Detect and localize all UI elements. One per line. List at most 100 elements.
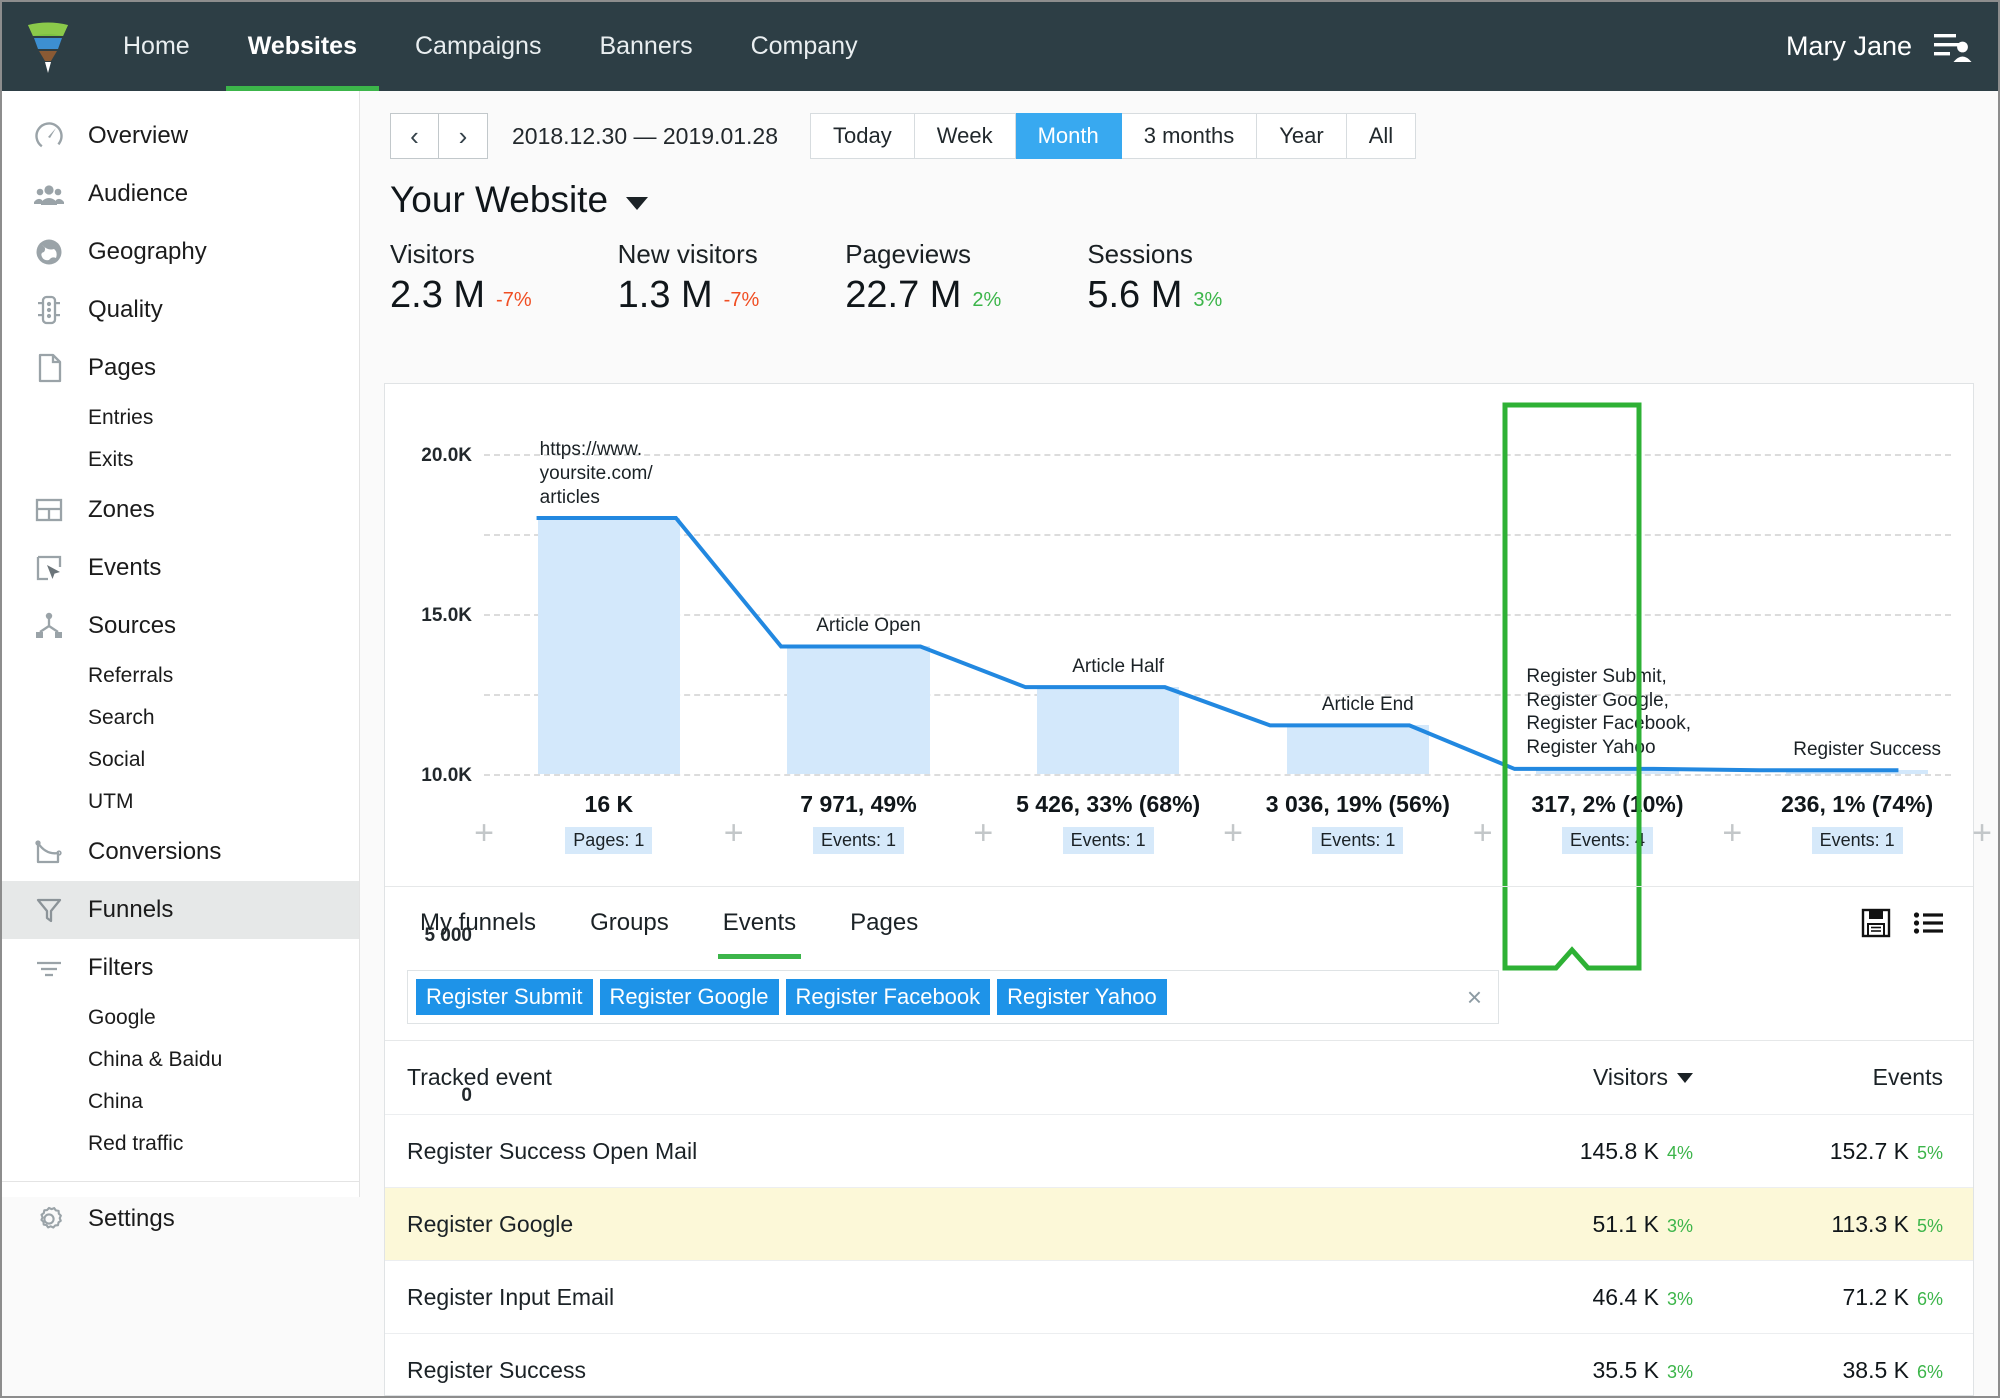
sidebar-item-pages[interactable]: Pages: [2, 339, 359, 397]
user-list-icon[interactable]: [1934, 30, 1972, 64]
tabs-icons: [1861, 908, 1973, 938]
sidebar-item-china[interactable]: China: [2, 1081, 359, 1123]
sidebar-item-geography[interactable]: Geography: [2, 223, 359, 281]
tab-label: Events: [722, 908, 797, 936]
range-week[interactable]: Week: [914, 113, 1016, 159]
tab-my-funnels[interactable]: My funnels: [393, 887, 563, 959]
table-row[interactable]: Register Google 51.1 K 3% 113.3 K 5%: [385, 1187, 1973, 1260]
sidebar-item-label: Funnels: [88, 896, 174, 923]
tab-events[interactable]: Events: [696, 887, 823, 959]
chip-register-facebook[interactable]: Register Facebook: [785, 979, 991, 1015]
range-month[interactable]: Month: [1015, 113, 1122, 159]
add-funnel-step-button[interactable]: +: [1967, 816, 1997, 850]
sidebar-item-china-baidu[interactable]: China & Baidu: [2, 1039, 359, 1081]
sidebar-subitem-label: Red traffic: [88, 1132, 184, 1155]
sidebar-item-filters[interactable]: Filters: [2, 939, 359, 997]
sidebar-item-overview[interactable]: Overview: [2, 107, 359, 165]
sidebar-item-referrals[interactable]: Referrals: [2, 655, 359, 697]
column-header-visitors[interactable]: Visitors: [1443, 1064, 1693, 1091]
sidebar-item-audience[interactable]: Audience: [2, 165, 359, 223]
sidebar-item-exits[interactable]: Exits: [2, 439, 359, 481]
funnel-step-badge[interactable]: Events: 1: [1062, 827, 1154, 854]
people-icon: [32, 177, 66, 211]
sidebar-item-conversions[interactable]: Conversions: [2, 823, 359, 881]
nav-item-home[interactable]: Home: [94, 2, 219, 91]
cell-visitors-value: 145.8 K: [1579, 1137, 1659, 1164]
sidebar-item-social[interactable]: Social: [2, 739, 359, 781]
sidebar-item-settings[interactable]: Settings: [2, 1190, 359, 1248]
tabs-row: My funnels Groups Events Pages: [385, 886, 1973, 959]
y-axis-tick-label: 10.0K: [421, 765, 472, 786]
sidebar-item-sources[interactable]: Sources: [2, 597, 359, 655]
metric-new-visitors: New visitors 1.3 M -7%: [618, 239, 760, 314]
sidebar-item-entries[interactable]: Entries: [2, 397, 359, 439]
range-today[interactable]: Today: [810, 113, 915, 159]
funnel-step-footer: 16 K Pages: 1: [484, 791, 734, 854]
save-icon[interactable]: [1861, 908, 1891, 938]
site-selector[interactable]: Your Website: [390, 179, 649, 221]
nav-item-company[interactable]: Company: [722, 2, 887, 91]
logo-container[interactable]: [2, 2, 94, 91]
column-header-events[interactable]: Events: [1693, 1064, 1943, 1091]
add-funnel-step-button[interactable]: +: [469, 816, 499, 850]
add-funnel-step-button[interactable]: +: [1468, 816, 1498, 850]
table-row[interactable]: Register Success Open Mail 145.8 K 4% 152.7…: [385, 1114, 1973, 1187]
page-title: Your Website: [390, 179, 609, 220]
cell-visitors-delta: 4%: [1666, 1142, 1693, 1163]
funnel-step-badge[interactable]: Events: 1: [812, 827, 904, 854]
app-window: Home Websites Campaigns Banners Company …: [0, 0, 2000, 1398]
sidebar-item-red-traffic[interactable]: Red traffic: [2, 1123, 359, 1165]
range-all[interactable]: All: [1346, 113, 1417, 159]
funnel-step-badge[interactable]: Events: 1: [1312, 827, 1404, 854]
add-funnel-step-button[interactable]: +: [1717, 816, 1747, 850]
metric-value: 2.3 M: [390, 274, 486, 316]
table-row[interactable]: Register Success 35.5 K 3% 38.5 K 6%: [385, 1333, 1973, 1396]
cell-visitors: 35.5 K 3%: [1443, 1357, 1693, 1384]
sidebar-item-search[interactable]: Search: [2, 697, 359, 739]
chip-register-submit[interactable]: Register Submit: [416, 979, 593, 1015]
sidebar-item-zones[interactable]: Zones: [2, 481, 359, 539]
metric-value: 22.7 M: [845, 274, 962, 316]
nav-item-websites[interactable]: Websites: [219, 2, 386, 91]
nav-item-banners[interactable]: Banners: [570, 2, 721, 91]
next-period-button[interactable]: ›: [439, 113, 488, 159]
funnel-step-badge[interactable]: Events: 1: [1811, 827, 1903, 854]
cell-visitors: 51.1 K 3%: [1443, 1211, 1693, 1238]
funnel-logo-icon: [28, 22, 68, 73]
add-funnel-step-button[interactable]: +: [968, 816, 998, 850]
filters-icon: [32, 951, 66, 985]
zones-icon: [32, 493, 66, 527]
nav-label: Banners: [599, 32, 693, 60]
table-row[interactable]: Register Input Email 46.4 K 3% 71.2 K 6%: [385, 1260, 1973, 1333]
chip-register-yahoo[interactable]: Register Yahoo: [997, 979, 1167, 1015]
sidebar-item-funnels[interactable]: Funnels: [2, 881, 359, 939]
sidebar-item-events[interactable]: Events: [2, 539, 359, 597]
add-funnel-step-button[interactable]: +: [719, 816, 749, 850]
chip-register-google[interactable]: Register Google: [599, 979, 779, 1015]
cell-tracked-event: Register Success: [407, 1356, 586, 1383]
range-year[interactable]: Year: [1257, 113, 1347, 159]
funnel-step-badge[interactable]: Events: 4: [1561, 827, 1653, 854]
add-funnel-step-button[interactable]: +: [1218, 816, 1248, 850]
chart-plot-area: 05 000 10.0K 15.0K 20.0K https://www. yoursi…: [421, 439, 1951, 1106]
gauge-icon: [32, 119, 66, 153]
sidebar-panel: Overview Audience Geography Quality Page…: [2, 91, 360, 1232]
sidebar-subitem-label: Referrals: [88, 664, 174, 687]
prev-period-button[interactable]: ‹: [390, 113, 439, 159]
sidebar-item-quality[interactable]: Quality: [2, 281, 359, 339]
cell-events-value: 71.2 K: [1842, 1283, 1909, 1310]
range-3-months[interactable]: 3 months: [1121, 113, 1258, 159]
sidebar-item-utm[interactable]: UTM: [2, 781, 359, 823]
date-range-label[interactable]: 2018.12.30 — 2019.01.28: [512, 123, 778, 150]
cell-events: 152.7 K 5%: [1693, 1138, 1943, 1165]
clear-chips-button[interactable]: ×: [1467, 982, 1490, 1013]
chevron-down-icon: [626, 196, 649, 210]
funnel-step-footer: 7 971, 49% Events: 1: [734, 791, 984, 854]
nav-item-campaigns[interactable]: Campaigns: [386, 2, 570, 91]
funnel-step-value: 3 036, 19% (56%): [1265, 791, 1450, 817]
sidebar-item-google[interactable]: Google: [2, 997, 359, 1039]
tab-groups[interactable]: Groups: [563, 887, 696, 959]
funnel-step-badge[interactable]: Pages: 1: [565, 827, 653, 854]
tab-pages[interactable]: Pages: [823, 887, 945, 959]
list-icon[interactable]: [1913, 908, 1943, 938]
